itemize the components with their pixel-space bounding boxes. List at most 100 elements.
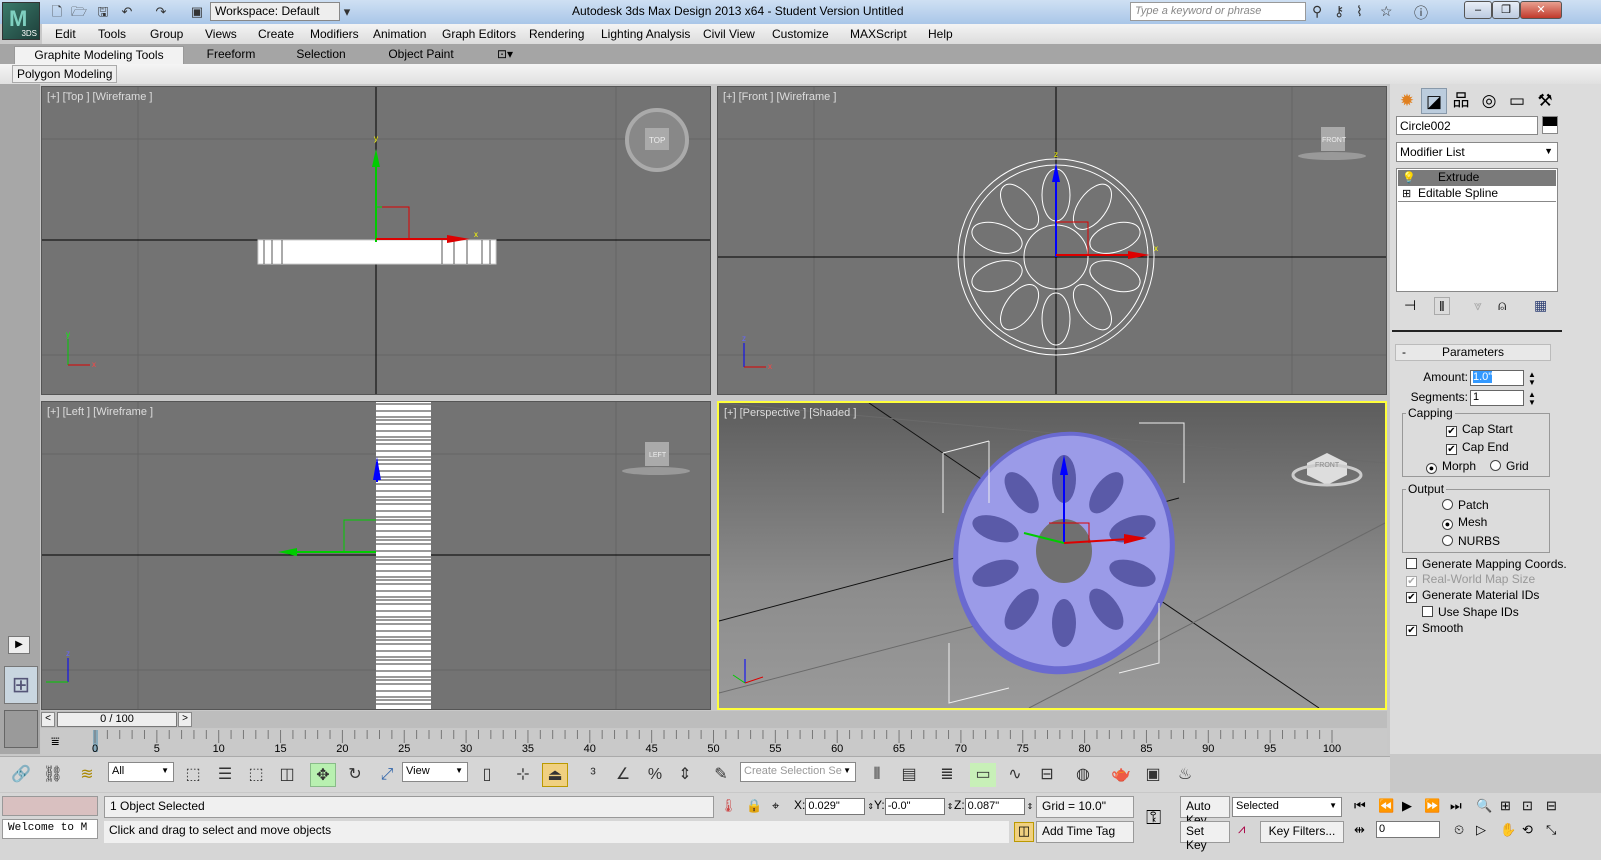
cap-end-checkbox[interactable]: ✔ Cap End <box>1446 440 1509 455</box>
z-input[interactable]: 0.087" <box>964 798 1025 815</box>
y-input[interactable]: -0.0" <box>884 798 945 815</box>
next-frame-icon[interactable]: ⏩ <box>1424 798 1440 814</box>
object-name-input[interactable]: Circle002 <box>1396 116 1538 135</box>
project-folder-icon[interactable]: ▣ <box>188 3 206 21</box>
object-color-swatch[interactable] <box>1542 116 1558 134</box>
menu-help[interactable]: Help <box>928 27 953 41</box>
menu-views[interactable]: Views <box>205 27 237 41</box>
y-spinner[interactable]: ⇕ <box>947 802 954 811</box>
menu-lighting-analysis[interactable]: Lighting Analysis <box>601 27 690 41</box>
utilities-tab-icon[interactable]: ⚒ <box>1532 88 1558 114</box>
x-input[interactable]: 0.029" <box>805 798 866 815</box>
set-keys-key-icon[interactable]: ⚿ <box>1146 807 1161 830</box>
spinner-snap-icon[interactable]: ⇕ <box>672 763 698 787</box>
menu-civil-view[interactable]: Civil View <box>703 27 755 41</box>
zoom-icon[interactable]: 🔍 <box>1476 798 1492 814</box>
lightbulb-icon[interactable]: 💡 <box>1402 171 1416 184</box>
minimize-button[interactable]: – <box>1464 1 1492 19</box>
menu-edit[interactable]: Edit <box>55 27 76 41</box>
menu-group[interactable]: Group <box>150 27 183 41</box>
z-spinner[interactable]: ⇕ <box>1027 802 1034 811</box>
pivot-center-icon[interactable]: ▯ <box>474 763 500 787</box>
current-frame-input[interactable]: 0 <box>1376 821 1440 838</box>
morph-radio[interactable]: ● Morph <box>1426 459 1476 474</box>
save-icon[interactable]: 🖫 <box>94 3 112 21</box>
viewport-layout-icon[interactable]: ⊞ <box>4 666 38 704</box>
rendered-frame-window-icon[interactable]: ▣ <box>1140 763 1166 787</box>
communication-icon[interactable]: ⌇ <box>1356 3 1363 20</box>
keyboard-shortcut-override-icon[interactable]: ⏏ <box>542 763 568 787</box>
track-bar[interactable]: ⩸ 0 5 10 15 20 25 30 35 40 45 50 55 60 65 70 75 80 85 90 95… <box>41 729 1387 755</box>
viewport-front[interactable]: [+] [Front ] [Wireframe ] x z FRONT z x <box>717 86 1387 395</box>
expand-layout-icon[interactable]: ▶ <box>8 636 30 654</box>
stack-item-extrude[interactable]: 💡 Extrude <box>1398 170 1556 186</box>
modifier-list-dropdown[interactable]: Modifier List ▼ <box>1396 142 1558 162</box>
angle-snap-icon[interactable]: ∠ <box>610 763 636 787</box>
maxscript-mini-listener[interactable]: Welcome to M <box>2 819 98 839</box>
frame-ruler[interactable]: 0 5 10 15 20 25 30 35 40 45 50 55 60 65 70 75 80 85 90 95 10… <box>91 729 1341 755</box>
parameters-rollout-header[interactable]: - Parameters <box>1395 344 1551 361</box>
snaps-toggle-icon[interactable]: ³ <box>580 763 606 787</box>
mini-curve-editor-icon[interactable]: ⩸ <box>51 733 60 750</box>
customize-quick-access-icon[interactable]: ▾ <box>338 3 356 21</box>
viewport-left[interactable]: [+] [Left ] [Wireframe ] LEFT z <box>41 401 711 710</box>
app-logo[interactable]: M 3DS <box>2 2 40 40</box>
menu-graph-editors[interactable]: Graph Editors <box>442 27 516 41</box>
open-file-icon[interactable]: 🗁 <box>70 3 88 21</box>
render-production-icon[interactable]: ♨ <box>1172 763 1198 787</box>
time-tag-icon[interactable]: ◫ <box>1014 822 1034 842</box>
show-end-result-icon[interactable]: ‖ <box>1434 297 1450 315</box>
play-icon[interactable]: ▶ <box>1402 798 1412 814</box>
maxscript-mini-listener-top[interactable] <box>2 796 98 816</box>
mirror-icon[interactable]: ⫴ <box>864 763 890 787</box>
orbit-icon[interactable]: ⟲ <box>1522 822 1533 838</box>
set-key-button[interactable]: Set Key <box>1180 821 1230 852</box>
previous-frame-icon[interactable]: ⏪ <box>1378 798 1394 814</box>
viewport-label[interactable]: [+] [Left ] [Wireframe ] <box>47 406 153 418</box>
select-and-link-icon[interactable]: 🔗 <box>8 763 34 787</box>
viewport-top[interactable]: [+] [Top ] [Wireframe ] x y TOP y x <box>41 86 711 395</box>
graphite-toggle-icon[interactable]: ▭ <box>970 763 996 787</box>
make-unique-icon[interactable]: ⩔ <box>1474 297 1482 314</box>
restore-button[interactable]: ❐ <box>1492 1 1520 19</box>
reference-coordinate-dropdown[interactable]: View ▼ <box>402 762 468 782</box>
select-and-rotate-icon[interactable]: ↻ <box>342 763 368 787</box>
hierarchy-tab-icon[interactable]: 品 <box>1448 88 1474 114</box>
amount-spinner[interactable]: ▲ ▼ <box>1528 371 1536 387</box>
key-mode-toggle-icon[interactable]: ⇹ <box>1354 822 1365 838</box>
rectangular-selection-icon[interactable]: ⬚ <box>243 763 269 787</box>
curve-editor-icon[interactable]: ∿ <box>1002 763 1028 787</box>
pin-stack-icon[interactable]: ⊣ <box>1404 297 1416 314</box>
cap-start-checkbox[interactable]: ✔ Cap Start <box>1446 422 1513 437</box>
select-and-scale-icon[interactable]: ⤢ <box>374 763 400 787</box>
tab-freeform[interactable]: Freeform <box>196 46 266 64</box>
mesh-radio[interactable]: ● Mesh <box>1442 515 1487 530</box>
generate-mapping-coords-checkbox[interactable]: Generate Mapping Coords. <box>1406 557 1567 571</box>
viewport-label[interactable]: [+] [Front ] [Wireframe ] <box>723 91 836 103</box>
previous-frame-button[interactable]: < <box>41 712 55 727</box>
time-slider[interactable]: < 0 / 100 > <box>41 711 1387 728</box>
menu-rendering[interactable]: Rendering <box>529 27 584 41</box>
field-of-view-icon[interactable]: ▷ <box>1476 822 1486 838</box>
window-crossing-icon[interactable]: ◫ <box>274 763 300 787</box>
key-filters-button[interactable]: Key Filters... <box>1260 821 1344 843</box>
close-button[interactable]: ✕ <box>1520 1 1562 19</box>
undo-icon[interactable]: ↶ <box>118 3 136 21</box>
nurbs-radio[interactable]: NURBS <box>1442 534 1500 548</box>
schematic-view-icon[interactable]: ⊟ <box>1034 763 1060 787</box>
go-to-start-icon[interactable]: ⏮ <box>1354 798 1366 814</box>
edit-named-selection-icon[interactable]: ✎ <box>708 763 734 787</box>
viewport-label[interactable]: [+] [Perspective ] [Shaded ] <box>724 407 856 419</box>
viewport-perspective[interactable]: [+] [Perspective ] [Shaded ] FRONT <box>717 401 1387 710</box>
tab-selection[interactable]: Selection <box>286 46 356 64</box>
subscription-icon[interactable]: ⚷ <box>1334 3 1344 20</box>
percent-snap-icon[interactable]: % <box>642 763 668 787</box>
use-shape-ids-checkbox[interactable]: Use Shape IDs <box>1422 605 1519 619</box>
segments-spinner[interactable]: ▲ ▼ <box>1528 391 1536 407</box>
menu-maxscript[interactable]: MAXScript <box>850 27 907 41</box>
configure-modifier-sets-icon[interactable]: ▦ <box>1534 297 1547 314</box>
search-input[interactable]: Type a keyword or phrase <box>1130 2 1306 21</box>
generate-material-ids-checkbox[interactable]: ✔ Generate Material IDs <box>1406 588 1539 603</box>
isolate-selection-icon[interactable]: 🌡 <box>720 798 737 814</box>
maximize-viewport-icon[interactable]: ⤡ <box>1546 822 1556 838</box>
